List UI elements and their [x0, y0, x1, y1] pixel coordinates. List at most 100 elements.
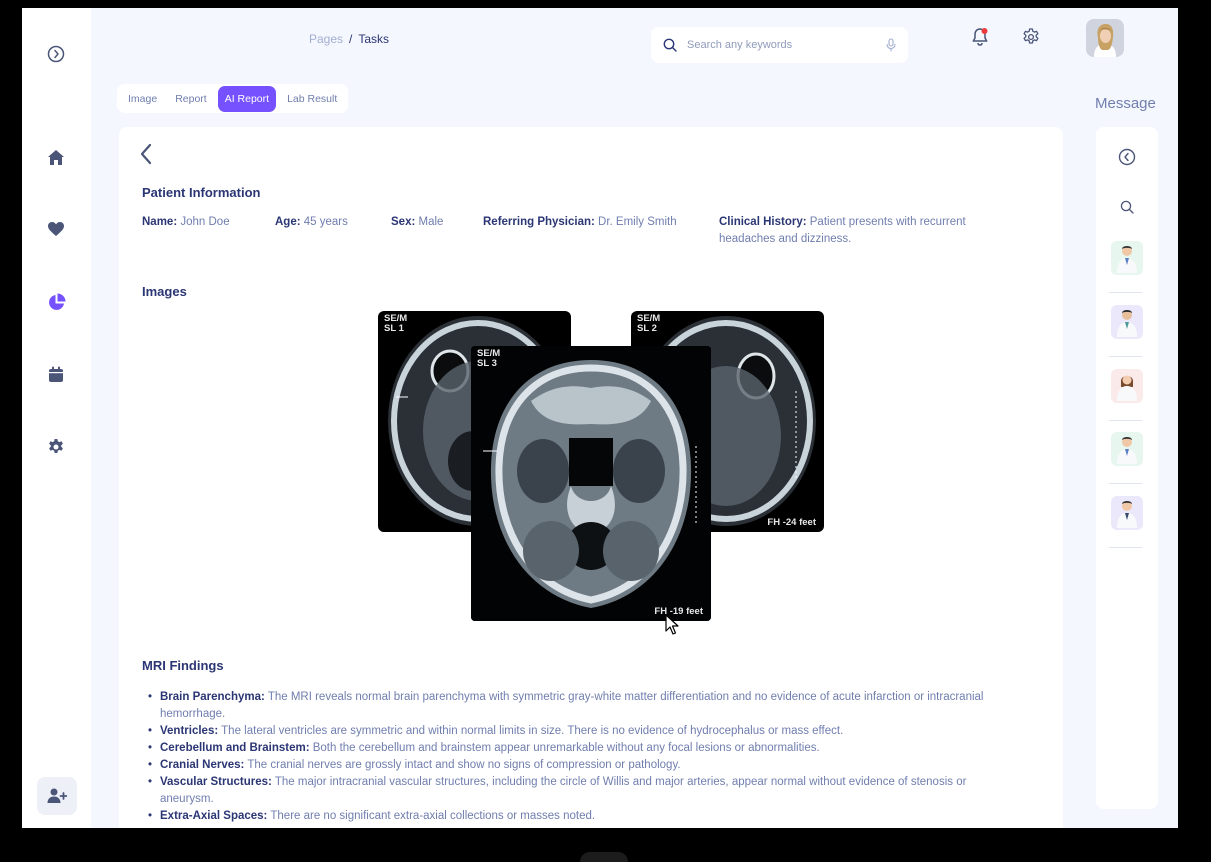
patient-sex-value: Male: [418, 216, 444, 228]
finding-text: Both the cerebellum and brainstem appear…: [309, 742, 820, 754]
physician-label: Referring Physician:: [483, 216, 595, 228]
scan-3-slice: SL 3: [477, 358, 497, 369]
doctor-avatar[interactable]: [1111, 369, 1143, 403]
list-item: Ventricles: The lateral ventricles are s…: [142, 723, 1022, 740]
avatar-picture: [1086, 19, 1124, 57]
mri-scan-3-picture: [471, 346, 711, 621]
patient-age-label: Age:: [275, 216, 301, 228]
heart-icon[interactable]: [44, 217, 68, 241]
divider: [1109, 547, 1142, 548]
search-bar: [651, 27, 908, 63]
patient-name-label: Name:: [142, 216, 178, 228]
report-card: Patient Information Name: John Doe Age: …: [119, 127, 1063, 828]
finding-text: The MRI reveals normal brain parenchyma …: [160, 691, 984, 720]
list-item: Extra-Axial Spaces: There are no signifi…: [142, 808, 1022, 825]
list-item: Cerebellum and Brainstem: Both the cereb…: [142, 740, 1022, 757]
doctor-avatar-picture: [1117, 246, 1137, 273]
doctor-avatar[interactable]: [1111, 496, 1143, 530]
patient-name-value: John Doe: [180, 216, 230, 228]
scan-1-slice: SL 1: [384, 323, 404, 334]
microphone-icon[interactable]: [886, 38, 896, 52]
breadcrumb-parent[interactable]: Pages: [309, 32, 343, 46]
doctor-avatar[interactable]: [1111, 432, 1143, 466]
calendar-icon[interactable]: [44, 362, 68, 386]
search-input[interactable]: [687, 39, 876, 51]
finding-title: Ventricles:: [160, 725, 219, 737]
notifications-button[interactable]: [968, 25, 992, 49]
breadcrumb-separator: /: [349, 32, 353, 46]
list-item: Brain Parenchyma: The MRI reveals normal…: [142, 689, 1022, 723]
list-item: Cranial Nerves: The cranial nerves are g…: [142, 757, 1022, 774]
patient-info-heading: Patient Information: [142, 185, 261, 200]
settings-icon[interactable]: [44, 435, 68, 459]
user-avatar[interactable]: [1086, 19, 1124, 57]
finding-text: The major intracranial vascular structur…: [160, 776, 967, 805]
patient-age-value: 45 years: [303, 216, 348, 228]
referring-physician: Referring Physician: Dr. Emily Smith: [483, 214, 677, 231]
chevron-left-icon: [140, 143, 152, 165]
doctor-avatar-picture: [1117, 501, 1137, 528]
back-button[interactable]: [139, 143, 159, 167]
patient-age: Age: 45 years: [275, 214, 348, 231]
mri-findings-heading: MRI Findings: [142, 658, 224, 673]
mri-scan-2-label: SE/M SL 2: [637, 314, 660, 334]
search-icon: [663, 38, 677, 52]
history-line-2: headaches and dizziness.: [719, 233, 852, 245]
divider: [1109, 356, 1142, 357]
mri-scan-3-label: SE/M SL 3: [477, 349, 500, 369]
doctor-avatar-picture: [1117, 310, 1137, 337]
doctor-avatar-picture: [1117, 437, 1137, 464]
tab-lab-result[interactable]: Lab Result: [280, 86, 344, 112]
report-tabs: Image Report AI Report Lab Result: [117, 84, 349, 113]
home-icon[interactable]: [44, 145, 68, 169]
finding-text: The lateral ventricles are symmetric and…: [218, 725, 844, 737]
app-frame: Pages / Tasks Image Report AI Report Lab…: [22, 8, 1178, 828]
finding-title: Cerebellum and Brainstem:: [160, 742, 310, 754]
tab-ai-report[interactable]: AI Report: [217, 85, 277, 112]
doctor-avatar[interactable]: [1111, 305, 1143, 339]
divider: [1109, 483, 1142, 484]
patient-name: Name: John Doe: [142, 214, 230, 231]
finding-title: Cranial Nerves:: [160, 759, 245, 771]
mri-scan-1-label: SE/M SL 1: [384, 314, 407, 334]
breadcrumb-current: Tasks: [358, 32, 390, 46]
pie-chart-icon[interactable]: [44, 290, 68, 314]
tab-report[interactable]: Report: [168, 86, 214, 112]
tab-image[interactable]: Image: [121, 86, 164, 112]
collapse-messages-icon[interactable]: [1115, 145, 1139, 169]
bell-icon: [972, 28, 988, 46]
divider: [1109, 420, 1142, 421]
history-label: Clinical History:: [719, 216, 807, 228]
finding-text: There are no significant extra-axial col…: [267, 810, 596, 822]
doctor-avatar[interactable]: [1111, 241, 1143, 275]
user-add-icon: [47, 788, 67, 803]
doctor-avatar-picture: [1117, 375, 1137, 401]
patient-sex-label: Sex:: [391, 216, 416, 228]
patient-sex: Sex: Male: [391, 214, 443, 231]
finding-title: Brain Parenchyma:: [160, 691, 265, 703]
message-panel: [1096, 127, 1158, 809]
findings-list: Brain Parenchyma: The MRI reveals normal…: [142, 689, 1022, 825]
breadcrumb: Pages / Tasks: [309, 32, 389, 46]
message-search-icon[interactable]: [1115, 195, 1139, 219]
clinical-history: Clinical History: Patient presents with …: [719, 214, 1019, 248]
scan-2-slice: SL 2: [637, 323, 657, 334]
message-title: Message: [1095, 95, 1156, 112]
expand-sidebar-icon[interactable]: [44, 42, 68, 66]
history-line-1: Patient presents with recurrent: [809, 216, 966, 228]
gear-icon: [1023, 28, 1039, 44]
finding-title: Vascular Structures:: [160, 776, 272, 788]
settings-button[interactable]: [1019, 25, 1043, 49]
mri-scan-2-footer: FH -24 feet: [767, 517, 816, 528]
mouse-cursor-icon: [665, 614, 679, 635]
divider: [1109, 292, 1142, 293]
images-heading: Images: [142, 284, 187, 299]
mri-scan-3[interactable]: SE/M SL 3 FH -19 feet: [471, 346, 711, 621]
finding-text: The cranial nerves are grossly intact an…: [244, 759, 681, 771]
sidebar: [22, 8, 91, 828]
physician-value: Dr. Emily Smith: [598, 216, 677, 228]
device-edge: [580, 852, 628, 862]
finding-title: Extra-Axial Spaces:: [160, 810, 268, 822]
list-item: Vascular Structures: The major intracran…: [142, 774, 1022, 808]
add-user-button[interactable]: [37, 777, 77, 815]
